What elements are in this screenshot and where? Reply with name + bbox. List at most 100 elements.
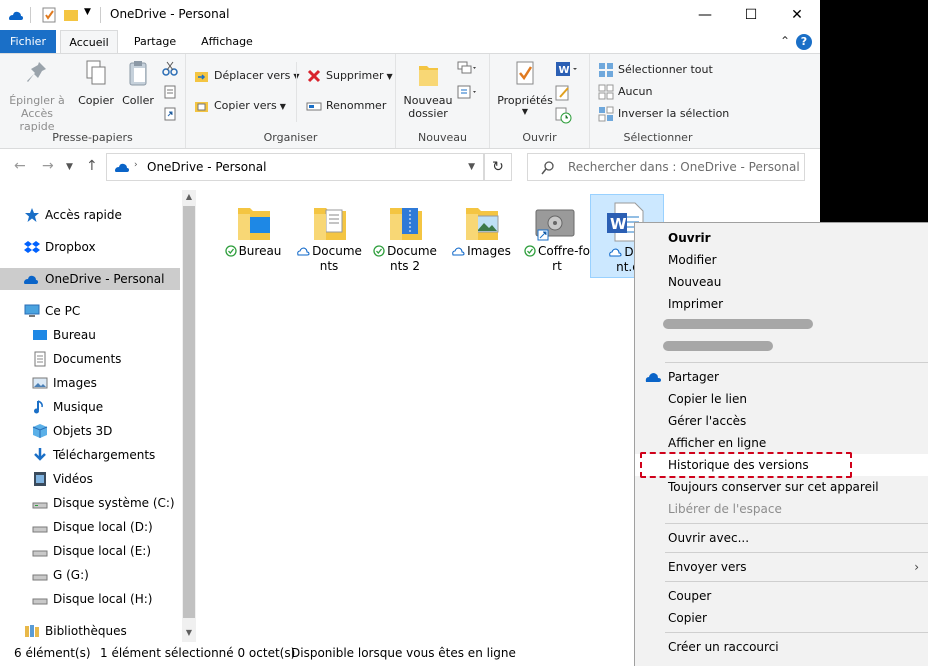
help-icon[interactable]: ? bbox=[796, 34, 812, 50]
move-to-button[interactable]: Déplacer vers▼ bbox=[194, 66, 300, 86]
recent-locations-icon[interactable]: ▼ bbox=[66, 162, 73, 172]
sidebar-item-telechargements[interactable]: Téléchargements bbox=[0, 444, 180, 466]
sidebar-item-videos[interactable]: Vidéos bbox=[0, 468, 180, 490]
menu-item-imprimer[interactable]: Imprimer bbox=[635, 293, 928, 315]
file-name: Docume nts bbox=[292, 244, 366, 274]
menu-item-modifier[interactable]: Modifier bbox=[635, 249, 928, 271]
forward-arrow-icon[interactable]: → bbox=[42, 158, 54, 174]
sidebar-item-label: Images bbox=[53, 376, 97, 390]
menu-item-toujours-conserver[interactable]: Toujours conserver sur cet appareil bbox=[635, 476, 928, 498]
scroll-up-icon[interactable]: ▲ bbox=[182, 192, 196, 201]
breadcrumb-chevron-icon[interactable]: › bbox=[134, 160, 138, 170]
new-folder-label-line1: Nouveau bbox=[403, 94, 453, 107]
menu-separator bbox=[665, 362, 928, 363]
file-item-documents[interactable]: Docume nts bbox=[292, 194, 366, 278]
pin-quick-access-button[interactable]: Épingler à Accès rapide bbox=[6, 58, 68, 133]
tab-partage[interactable]: Partage bbox=[124, 30, 186, 54]
menu-separator bbox=[665, 552, 928, 553]
sidebar-item-dropbox[interactable]: Dropbox bbox=[0, 236, 180, 258]
scroll-down-icon[interactable]: ▼ bbox=[182, 628, 196, 637]
sidebar-item-disque-d[interactable]: Disque local (D:) bbox=[0, 516, 180, 538]
collapse-ribbon-icon[interactable]: ⌃ bbox=[780, 34, 790, 48]
minimize-button[interactable]: — bbox=[682, 0, 728, 30]
file-item-documents-2[interactable]: Docume nts 2 bbox=[368, 194, 442, 278]
rename-icon bbox=[306, 102, 322, 111]
select-all-button[interactable]: Sélectionner tout bbox=[598, 60, 713, 80]
delete-button[interactable]: Supprimer ▼ bbox=[306, 66, 393, 86]
tab-accueil[interactable]: Accueil bbox=[60, 30, 118, 54]
file-item-coffre-fort[interactable]: Coffre-fo rt bbox=[520, 194, 594, 278]
copy-button[interactable]: Copier bbox=[74, 58, 118, 107]
maximize-button[interactable]: ☐ bbox=[728, 0, 774, 30]
new-item-icon[interactable] bbox=[456, 60, 478, 76]
status-item-count: 6 élément(s) bbox=[14, 646, 91, 660]
file-name-line2: nts bbox=[319, 259, 339, 273]
search-box[interactable]: Rechercher dans : OneDrive - Personal bbox=[527, 153, 805, 181]
properties-button[interactable]: Propriétés ▼ bbox=[494, 58, 556, 116]
sidebar-item-objets-3d[interactable]: Objets 3D bbox=[0, 420, 180, 442]
menu-item-ouvrir[interactable]: Ouvrir bbox=[635, 227, 928, 249]
properties-check-icon[interactable] bbox=[40, 6, 58, 24]
back-arrow-icon[interactable]: ← bbox=[14, 158, 26, 174]
close-button[interactable]: ✕ bbox=[774, 0, 820, 30]
sidebar-item-bureau[interactable]: Bureau bbox=[0, 324, 180, 346]
tab-fichier[interactable]: Fichier bbox=[0, 30, 56, 54]
menu-item-copier-le-lien[interactable]: Copier le lien bbox=[635, 388, 928, 410]
refresh-icon: ↻ bbox=[492, 159, 504, 175]
history-icon[interactable] bbox=[554, 106, 572, 124]
sidebar-item-disque-h[interactable]: Disque local (H:) bbox=[0, 588, 180, 610]
file-name: Images bbox=[444, 244, 518, 259]
tab-affichage[interactable]: Affichage bbox=[192, 30, 262, 54]
copy-to-button[interactable]: Copier vers ▼ bbox=[194, 96, 286, 116]
redacted-menu-item bbox=[663, 319, 813, 329]
menu-item-ouvrir-avec[interactable]: Ouvrir avec... bbox=[635, 527, 928, 549]
sidebar-item-label: Objets 3D bbox=[53, 424, 113, 438]
sidebar-item-acces-rapide[interactable]: Accès rapide bbox=[0, 204, 180, 226]
menu-item-couper[interactable]: Couper bbox=[635, 585, 928, 607]
group-label-presse-papiers: Presse-papiers bbox=[52, 131, 133, 144]
quick-access-dropdown-icon[interactable]: ▼ bbox=[84, 7, 91, 17]
word-app-icon[interactable]: W bbox=[554, 60, 580, 78]
menu-item-gerer-acces[interactable]: Gérer l'accès bbox=[635, 410, 928, 432]
sidebar-item-disque-c[interactable]: Disque système (C:) bbox=[0, 492, 180, 514]
dropdown-arrow-icon: ▼ bbox=[279, 102, 286, 111]
sidebar-item-g[interactable]: G (G:) bbox=[0, 564, 180, 586]
select-none-button[interactable]: Aucun bbox=[598, 82, 653, 102]
menu-item-afficher-en-ligne[interactable]: Afficher en ligne bbox=[635, 432, 928, 454]
invert-selection-button[interactable]: Inverser la sélection bbox=[598, 104, 729, 124]
sidebar-item-disque-e[interactable]: Disque local (E:) bbox=[0, 540, 180, 562]
address-bar[interactable]: › OneDrive - Personal ▼ bbox=[106, 153, 484, 181]
sidebar-item-ce-pc[interactable]: Ce PC bbox=[0, 300, 180, 322]
menu-item-creer-raccourci[interactable]: Créer un raccourci bbox=[635, 636, 928, 658]
sidebar-item-onedrive-personal[interactable]: OneDrive - Personal bbox=[0, 268, 180, 290]
menu-item-label: Créer un raccourci bbox=[668, 640, 779, 654]
menu-item-nouveau[interactable]: Nouveau bbox=[635, 271, 928, 293]
refresh-button[interactable]: ↻ bbox=[484, 153, 512, 181]
file-item-bureau[interactable]: Bureau bbox=[216, 194, 290, 278]
sidebar-item-documents[interactable]: Documents bbox=[0, 348, 180, 370]
rename-button[interactable]: Renommer bbox=[306, 96, 386, 116]
sidebar-item-label: Disque local (D:) bbox=[53, 520, 153, 534]
easy-access-icon[interactable] bbox=[456, 84, 478, 100]
up-arrow-icon[interactable]: ↑ bbox=[86, 158, 98, 174]
menu-item-copier[interactable]: Copier bbox=[635, 607, 928, 629]
edit-pencil-icon[interactable] bbox=[554, 84, 572, 102]
group-organiser: Déplacer vers▼ Copier vers▼ Supprimer▼ R… bbox=[186, 54, 396, 148]
copy-path-icon[interactable] bbox=[162, 84, 178, 100]
new-folder-icon[interactable] bbox=[62, 6, 80, 24]
scissors-icon[interactable] bbox=[162, 60, 178, 76]
folder-icon bbox=[419, 66, 438, 86]
paste-shortcut-icon[interactable] bbox=[162, 106, 178, 122]
sidebar-scroll-thumb[interactable] bbox=[183, 206, 195, 618]
paste-button[interactable]: Coller bbox=[118, 58, 158, 107]
sidebar-item-images[interactable]: Images bbox=[0, 372, 180, 394]
new-folder-button[interactable]: Nouveau dossier bbox=[400, 58, 456, 120]
search-placeholder: Rechercher dans : OneDrive - Personal bbox=[568, 160, 800, 174]
file-item-images[interactable]: Images bbox=[444, 194, 518, 278]
sidebar-item-musique[interactable]: Musique bbox=[0, 396, 180, 418]
menu-item-partager[interactable]: Partager bbox=[635, 366, 928, 388]
sidebar-item-bibliotheques[interactable]: Bibliothèques bbox=[0, 620, 180, 642]
menu-item-envoyer-vers[interactable]: Envoyer vers › bbox=[635, 556, 928, 578]
cloud-icon bbox=[24, 275, 38, 284]
address-dropdown-icon[interactable]: ▼ bbox=[468, 162, 475, 172]
